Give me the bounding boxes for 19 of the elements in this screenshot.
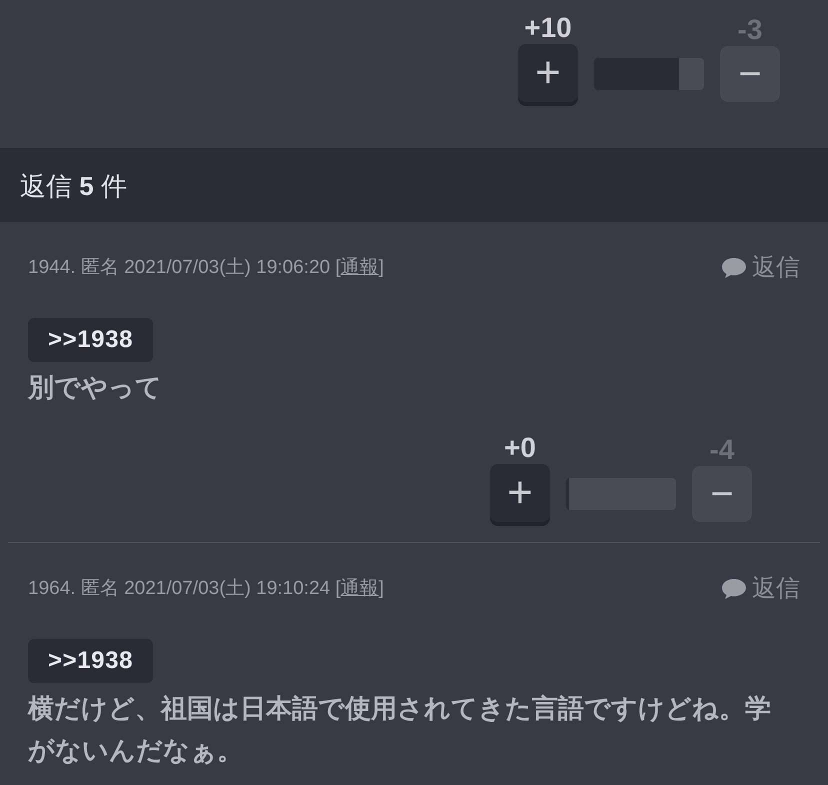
speech-bubble-icon <box>720 256 748 280</box>
upvote-count: +0 <box>504 432 536 464</box>
quote-anchor[interactable]: >>1938 <box>28 639 154 683</box>
report-link[interactable]: 通報 <box>340 256 379 278</box>
report-link[interactable]: 通報 <box>340 578 379 599</box>
comment-body: 別でやって <box>28 371 163 404</box>
reply-button[interactable]: 返信 <box>720 250 800 286</box>
downvote-button[interactable]: − <box>720 46 780 102</box>
comment-meta: 1944. 匿名 2021/07/03(土) 19:06:20 [通報] <box>28 256 384 280</box>
comment-body: 横だけど、祖国は日本語で使用されてきた言語ですけどね。学がないんだなぁ。 <box>28 692 772 767</box>
upvote-count: +10 <box>524 12 572 44</box>
quote-anchor[interactable]: >>1938 <box>28 318 154 362</box>
replies-header: 返信 5 件 <box>0 150 828 222</box>
upvote-button[interactable]: + <box>518 44 578 102</box>
downvote-button[interactable]: − <box>692 466 752 522</box>
upvote-button[interactable]: + <box>490 464 550 522</box>
speech-bubble-icon <box>720 577 748 601</box>
comment-meta: 1964. 匿名 2021/07/03(土) 19:10:24 [通報] <box>28 576 384 601</box>
reply-button[interactable]: 返信 <box>720 571 800 607</box>
